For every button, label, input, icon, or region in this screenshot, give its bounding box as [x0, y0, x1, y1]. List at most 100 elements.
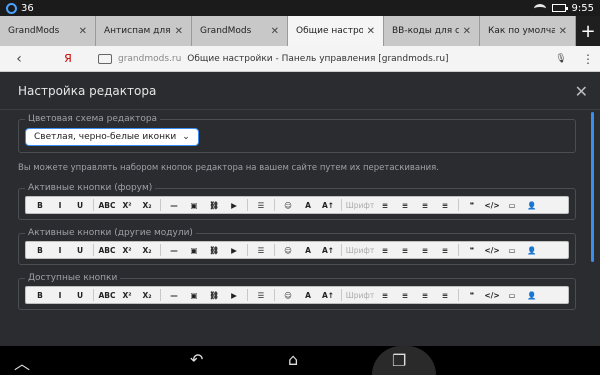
toolbar-button-20[interactable]: </> [482, 291, 502, 300]
tab-label: BB-коды для ст [392, 26, 459, 36]
toolbar-button-19[interactable]: ❞ [462, 291, 482, 300]
toolbar-button-3[interactable]: ABC [97, 246, 117, 255]
tab-3[interactable]: GrandMods ✕ [192, 16, 288, 46]
toolbar-button-6[interactable]: — [164, 291, 184, 300]
toolbar-button-20[interactable]: </> [482, 246, 502, 255]
toolbar-button-3[interactable]: ABC [97, 291, 117, 300]
toolbar-button-15[interactable]: ≡ [375, 291, 395, 300]
toolbar-button-14[interactable]: Шрифт [345, 246, 375, 255]
toolbar-button-7[interactable]: ▣ [184, 291, 204, 300]
new-tab-icon[interactable]: + [576, 16, 600, 46]
tab-5[interactable]: BB-коды для ст ✕ [384, 16, 480, 46]
toolbar-button-9[interactable]: ▶ [224, 201, 244, 210]
toolbar-button-5[interactable]: X₂ [137, 291, 157, 300]
toolbar-button-18[interactable]: ≡ [435, 246, 455, 255]
toolbar-button-22[interactable]: 👤 [522, 246, 542, 255]
tab-label: Антиспам для к [104, 26, 171, 36]
toolbar-button-21[interactable]: ▭ [502, 201, 522, 210]
close-icon[interactable]: ✕ [575, 82, 588, 101]
toolbar-button-18[interactable]: ≡ [435, 291, 455, 300]
toolbar-button-16[interactable]: ≡ [395, 201, 415, 210]
toolbar-button-13[interactable]: A↑ [318, 201, 338, 210]
close-tab-icon[interactable]: ✕ [367, 26, 375, 37]
app-logo-icon [6, 2, 17, 14]
other-modules-legend: Активные кнопки (другие модули) [28, 228, 193, 238]
toolbar-button-6[interactable]: — [164, 246, 184, 255]
toolbar-button-1[interactable]: I [50, 201, 70, 210]
toolbar-button-9[interactable]: ▶ [224, 246, 244, 255]
mic-icon[interactable]: 🎙 [546, 54, 576, 64]
toolbar-button-10[interactable]: ☰ [251, 246, 271, 255]
toolbar-button-7[interactable]: ▣ [184, 246, 204, 255]
toolbar-button-22[interactable]: 👤 [522, 201, 542, 210]
toolbar-button-10[interactable]: ☰ [251, 201, 271, 210]
toolbar-button-0[interactable]: B [30, 201, 50, 210]
toolbar-button-16[interactable]: ≡ [395, 291, 415, 300]
toolbar-button-4[interactable]: X² [117, 246, 137, 255]
menu-icon[interactable]: ⋮ [576, 52, 600, 66]
toolbar-button-6[interactable]: — [164, 201, 184, 210]
toolbar-button-0[interactable]: B [30, 246, 50, 255]
toolbar-button-13[interactable]: A↑ [318, 291, 338, 300]
toolbar-button-2[interactable]: U [70, 291, 90, 300]
toolbar-button-15[interactable]: ≡ [375, 246, 395, 255]
close-tab-icon[interactable]: ✕ [271, 26, 279, 37]
toolbar-button-11[interactable]: ☺ [278, 246, 298, 255]
toolbar-button-8[interactable]: ⛓ [204, 201, 224, 210]
toolbar-separator [274, 289, 275, 301]
close-tab-icon[interactable]: ✕ [79, 26, 87, 37]
tab-4-active[interactable]: Общие настрой ✕ [288, 16, 384, 46]
toolbar-button-11[interactable]: ☺ [278, 201, 298, 210]
toolbar-button-17[interactable]: ≡ [415, 291, 435, 300]
url-domain[interactable]: grandmods.ru [118, 54, 181, 64]
toolbar-button-12[interactable]: A [298, 201, 318, 210]
toolbar-button-1[interactable]: I [50, 291, 70, 300]
toolbar-button-4[interactable]: X² [117, 201, 137, 210]
toolbar-button-11[interactable]: ☺ [278, 291, 298, 300]
toolbar-button-1[interactable]: I [50, 246, 70, 255]
back-nav-icon[interactable]: ↶ [190, 350, 203, 369]
tab-2[interactable]: Антиспам для к ✕ [96, 16, 192, 46]
toolbar-button-10[interactable]: ☰ [251, 291, 271, 300]
toolbar-button-7[interactable]: ▣ [184, 201, 204, 210]
color-scheme-select[interactable]: Светлая, черно-белые иконки ⌄ [25, 128, 199, 146]
toolbar-button-17[interactable]: ≡ [415, 201, 435, 210]
toolbar-button-21[interactable]: ▭ [502, 291, 522, 300]
toolbar-button-17[interactable]: ≡ [415, 246, 435, 255]
toolbar-button-0[interactable]: B [30, 291, 50, 300]
toolbar-button-2[interactable]: U [70, 246, 90, 255]
toolbar-button-20[interactable]: </> [482, 201, 502, 210]
toolbar-button-14[interactable]: Шрифт [345, 201, 375, 210]
toolbar-button-18[interactable]: ≡ [435, 201, 455, 210]
home-icon[interactable]: ⌂ [288, 350, 298, 369]
toolbar-button-19[interactable]: ❞ [462, 201, 482, 210]
toolbar-button-12[interactable]: A [298, 246, 318, 255]
toolbar-button-5[interactable]: X₂ [137, 246, 157, 255]
toolbar-button-19[interactable]: ❞ [462, 246, 482, 255]
toolbar-button-13[interactable]: A↑ [318, 246, 338, 255]
toolbar-button-14[interactable]: Шрифт [345, 291, 375, 300]
page-title[interactable]: Общие настройки - Панель управления [gra… [187, 54, 448, 64]
toolbar-button-15[interactable]: ≡ [375, 201, 395, 210]
toolbar-button-21[interactable]: ▭ [502, 246, 522, 255]
tab-6[interactable]: Как по умолчан ✕ [480, 16, 576, 46]
toolbar-button-2[interactable]: U [70, 201, 90, 210]
toolbar-button-8[interactable]: ⛓ [204, 291, 224, 300]
toolbar-separator [160, 289, 161, 301]
toolbar-button-5[interactable]: X₂ [137, 201, 157, 210]
toolbar-button-12[interactable]: A [298, 291, 318, 300]
scrollbar[interactable] [591, 112, 594, 262]
back-icon[interactable]: ‹ [0, 51, 38, 67]
close-tab-icon[interactable]: ✕ [175, 26, 183, 37]
close-tab-icon[interactable]: ✕ [463, 26, 471, 37]
toolbar-button-4[interactable]: X² [117, 291, 137, 300]
recents-icon[interactable]: ❐ [392, 351, 406, 370]
home-chevron-icon[interactable]: ︿ [14, 350, 30, 374]
toolbar-button-8[interactable]: ⛓ [204, 246, 224, 255]
tab-1[interactable]: GrandMods ✕ [0, 16, 96, 46]
close-tab-icon[interactable]: ✕ [559, 26, 567, 37]
toolbar-button-22[interactable]: 👤 [522, 291, 542, 300]
toolbar-button-3[interactable]: ABC [97, 201, 117, 210]
toolbar-button-16[interactable]: ≡ [395, 246, 415, 255]
toolbar-button-9[interactable]: ▶ [224, 291, 244, 300]
